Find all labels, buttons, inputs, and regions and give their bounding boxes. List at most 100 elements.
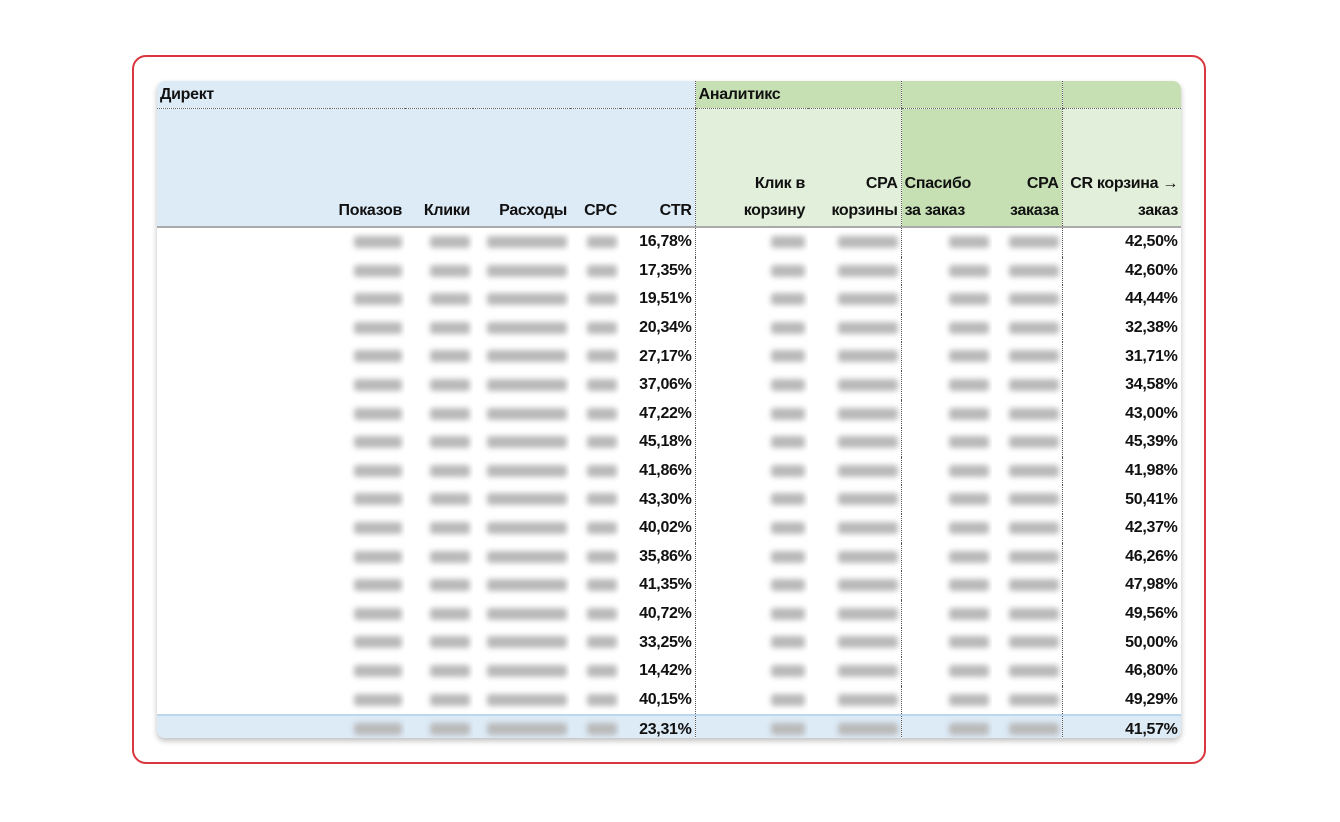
masked-value — [473, 657, 570, 686]
cr-cell: 49,56% — [1061, 599, 1181, 629]
masked-value — [405, 314, 473, 343]
masked-value — [992, 571, 1062, 600]
masked-value — [900, 513, 993, 543]
masked-value — [330, 457, 405, 486]
masked-value — [330, 314, 405, 343]
row-label — [157, 227, 330, 257]
masked-value — [900, 571, 993, 600]
masked-value — [330, 628, 405, 657]
masked-value — [900, 399, 993, 429]
masked-value — [330, 657, 405, 686]
masked-value — [808, 686, 901, 716]
table-row: 16,78% 42,50% — [157, 227, 1181, 257]
cr-cell: 41,57% — [1061, 714, 1181, 738]
masked-value — [570, 371, 620, 400]
row-label — [157, 342, 330, 371]
masked-value — [808, 257, 901, 286]
masked-value — [900, 285, 993, 314]
masked-value — [808, 227, 901, 257]
masked-value — [694, 571, 809, 600]
masked-value — [570, 314, 620, 343]
table-row: 37,06% 34,58% — [157, 370, 1181, 400]
report-table: Директ Аналитикс Показов Клики Расходы C… — [157, 81, 1181, 738]
ctr-cell: 41,86% — [639, 462, 692, 480]
masked-value — [330, 600, 405, 629]
masked-value — [808, 457, 901, 486]
ctr-cell: 43,30% — [639, 490, 692, 508]
spreadsheet: Директ Аналитикс Показов Клики Расходы C… — [157, 81, 1181, 738]
masked-value — [694, 456, 809, 486]
masked-value — [694, 656, 809, 686]
masked-value — [330, 342, 405, 371]
masked-value — [473, 371, 570, 400]
masked-value — [473, 428, 570, 457]
group-orders — [900, 81, 1063, 109]
masked-value — [694, 714, 809, 738]
masked-value — [330, 485, 405, 514]
masked-value — [473, 600, 570, 629]
masked-value — [808, 571, 901, 600]
masked-value — [992, 457, 1062, 486]
table-row: 17,35% 42,60% — [157, 256, 1181, 286]
ctr-cell: 47,22% — [639, 404, 692, 422]
masked-value — [570, 285, 620, 314]
ctr-cell: 27,17% — [639, 347, 692, 365]
row-label — [157, 428, 330, 457]
masked-value — [473, 514, 570, 543]
masked-value — [330, 257, 405, 286]
row-label — [157, 314, 330, 343]
masked-value — [405, 571, 473, 600]
ctr-cell: 37,06% — [639, 376, 692, 394]
ctr-cell: 33,25% — [639, 633, 692, 651]
row-label — [157, 400, 330, 429]
masked-value — [330, 400, 405, 429]
masked-value — [405, 657, 473, 686]
masked-value — [570, 457, 620, 486]
masked-value — [808, 342, 901, 371]
masked-value — [405, 485, 473, 514]
masked-value — [694, 342, 809, 371]
masked-value — [330, 514, 405, 543]
row-label — [157, 628, 330, 657]
table-row: 35,86% 46,26% — [157, 542, 1181, 572]
masked-value — [992, 657, 1062, 686]
masked-value — [694, 256, 809, 286]
masked-value — [570, 686, 620, 716]
masked-value — [694, 227, 809, 257]
masked-value — [694, 399, 809, 429]
masked-value — [900, 685, 993, 716]
masked-value — [694, 285, 809, 314]
group-header-row: Директ Аналитикс — [157, 81, 1181, 109]
table-row: 45,18% 45,39% — [157, 428, 1181, 457]
cr-cell: 42,37% — [1061, 513, 1181, 543]
header-clicks: Клики — [405, 108, 473, 228]
table-row: 41,35% 47,98% — [157, 571, 1181, 600]
masked-value — [473, 686, 570, 716]
masked-value — [900, 370, 993, 400]
table-row: 27,17% 31,71% — [157, 342, 1181, 371]
masked-value — [473, 571, 570, 600]
header-spend: Расходы — [473, 108, 570, 228]
cr-cell: 43,00% — [1061, 399, 1181, 429]
masked-value — [570, 257, 620, 286]
masked-value — [900, 628, 993, 657]
masked-value — [473, 628, 570, 657]
masked-value — [992, 285, 1062, 314]
masked-value — [330, 686, 405, 716]
masked-value — [405, 714, 473, 738]
masked-value — [405, 371, 473, 400]
header-blank — [157, 108, 330, 228]
masked-value — [473, 257, 570, 286]
masked-value — [900, 227, 993, 257]
masked-value — [808, 428, 901, 457]
row-label — [157, 714, 330, 738]
row-label — [157, 485, 330, 514]
masked-value — [405, 227, 473, 257]
masked-value — [694, 313, 809, 343]
row-label — [157, 657, 330, 686]
masked-value — [330, 714, 405, 738]
masked-value — [405, 400, 473, 429]
row-label — [157, 686, 330, 716]
masked-value — [694, 370, 809, 400]
masked-value — [900, 542, 993, 572]
